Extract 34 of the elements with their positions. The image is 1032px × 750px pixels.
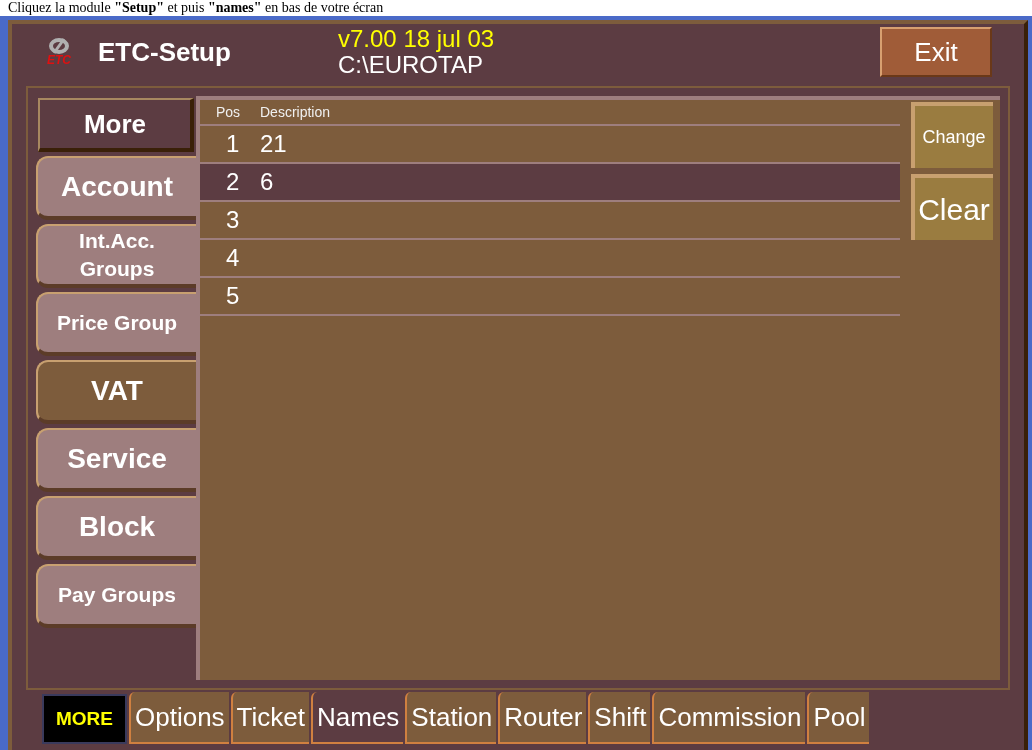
version-text: v7.00 18 jul 03 <box>338 26 495 52</box>
more-tab[interactable]: MORE <box>42 694 127 744</box>
description-cell-text: 21 <box>260 129 287 159</box>
bottom-tab[interactable]: Ticket <box>230 692 309 744</box>
path-text: C:\EUROTAP <box>338 52 484 78</box>
bottom-tab[interactable]: Pool <box>807 692 870 744</box>
action-button[interactable]: Change <box>911 102 993 168</box>
pos-cell-text: 2 <box>225 167 241 197</box>
description-cell-text: 6 <box>260 167 274 197</box>
bottom-tab[interactable]: Commission <box>652 692 806 744</box>
column-header: Description <box>260 102 331 122</box>
column-header: Pos <box>215 102 242 122</box>
instruction-caption: Cliquez la module "Setup" et puis "names" en bas de votre écran <box>7 0 385 16</box>
sidebar-button[interactable]: VAT <box>36 360 196 424</box>
sidebar-button[interactable]: Price Group <box>36 292 196 356</box>
app-title: ETC-Setup <box>98 35 232 69</box>
pos-cell-text: 3 <box>225 205 241 235</box>
sidebar-button[interactable]: Service <box>36 428 196 492</box>
sidebar-button[interactable]: Pay Groups <box>36 564 196 628</box>
bottom-tab[interactable]: Shift <box>588 692 651 744</box>
bottom-tab[interactable]: Station <box>405 692 497 744</box>
pos-cell-text: 4 <box>225 243 241 273</box>
sidebar-button[interactable]: More <box>38 98 194 152</box>
bottom-tab[interactable]: Options <box>129 692 229 744</box>
pos-cell-text: 5 <box>225 281 241 311</box>
exit-button[interactable]: Exit <box>880 27 992 77</box>
bottom-tab[interactable]: Router <box>498 692 587 744</box>
table-row[interactable]: 2 6 <box>200 164 900 202</box>
sidebar-button[interactable]: Account <box>36 156 196 220</box>
pos-cell-text: 1 <box>225 129 241 159</box>
action-button[interactable]: Clear <box>911 174 993 240</box>
bottom-tab[interactable]: Names <box>311 692 404 744</box>
sidebar-button[interactable]: Int.Acc. Groups <box>36 224 196 288</box>
sidebar-button[interactable]: Block <box>36 496 196 560</box>
